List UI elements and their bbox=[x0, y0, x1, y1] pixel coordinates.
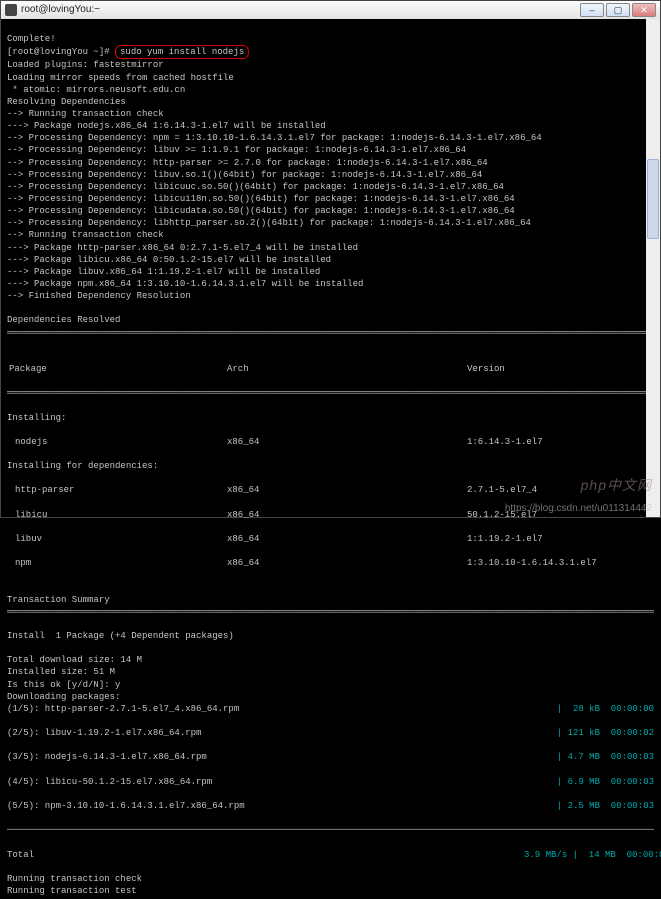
hr: ════════════════════════════════════════… bbox=[7, 606, 654, 618]
hdr-package: Package bbox=[7, 363, 227, 375]
out-line: Loading mirror speeds from cached hostfi… bbox=[7, 73, 234, 83]
out-line: Loaded plugins: fastestmirror bbox=[7, 60, 164, 70]
confirm-prompt: Is this ok [y/d/N]: y bbox=[7, 680, 120, 690]
download-row: (3/5): nodejs-6.14.3-1.el7.x86_64.rpm| 4… bbox=[7, 751, 654, 763]
dl-file: (1/5): http-parser-2.7.1-5.el7_4.x86_64.… bbox=[7, 703, 524, 715]
cell-ver: 1:3.10.10-1.6.14.3.1.el7 bbox=[467, 557, 627, 569]
window-titlebar: root@lovingYou:~ – ▢ ✕ bbox=[1, 1, 660, 19]
dl-file: (3/5): nodejs-6.14.3-1.el7.x86_64.rpm bbox=[7, 751, 524, 763]
out-line: --> Processing Dependency: libicuuc.so.5… bbox=[7, 182, 504, 192]
section-installing: Installing: bbox=[7, 412, 654, 424]
download-row: (2/5): libuv-1.19.2-1.el7.x86_64.rpm| 12… bbox=[7, 727, 654, 739]
out-line: --> Processing Dependency: http-parser >… bbox=[7, 158, 488, 168]
download-row: (4/5): libicu-50.1.2-15.el7.x86_64.rpm| … bbox=[7, 776, 654, 788]
cell-arch: x86_64 bbox=[227, 533, 467, 545]
table-row: nodejsx86_641:6.14.3-1.el7 bbox=[7, 436, 654, 448]
cell-ver: 1:6.14.3-1.el7 bbox=[467, 436, 627, 448]
dep-resolved-header: Dependencies Resolved bbox=[7, 315, 120, 325]
shell-prompt: [root@lovingYou ~]# bbox=[7, 47, 115, 57]
cell-ver: 1:1.19.2-1.el7 bbox=[467, 533, 627, 545]
cell-pkg: libuv bbox=[7, 533, 227, 545]
cell-pkg: http-parser bbox=[7, 484, 227, 496]
cell-arch: x86_64 bbox=[227, 557, 467, 569]
section-installing-deps: Installing for dependencies: bbox=[7, 460, 654, 472]
scrollbar[interactable] bbox=[646, 19, 660, 517]
out-line: ---> Package libuv.x86_64 1:1.19.2-1.el7… bbox=[7, 267, 320, 277]
cell-arch: x86_64 bbox=[227, 509, 467, 521]
dl-file: (5/5): npm-3.10.10-1.6.14.3.1.el7.x86_64… bbox=[7, 800, 524, 812]
dl-stat: | 4.7 MB 00:00:03 bbox=[524, 751, 654, 763]
out-line: ---> Package npm.x86_64 1:3.10.10-1.6.14… bbox=[7, 279, 363, 289]
window-minimize-button[interactable]: – bbox=[580, 3, 604, 17]
scrollbar-thumb[interactable] bbox=[647, 159, 659, 239]
out-line: --> Processing Dependency: libhttp_parse… bbox=[7, 218, 531, 228]
window-close-button[interactable]: ✕ bbox=[632, 3, 656, 17]
cell-pkg: npm bbox=[7, 557, 227, 569]
out-line: --> Processing Dependency: libicudata.so… bbox=[7, 206, 515, 216]
package-table: PackageArchVersion ═════════════════════… bbox=[7, 351, 654, 582]
dl-file: (4/5): libicu-50.1.2-15.el7.x86_64.rpm bbox=[7, 776, 524, 788]
window-maximize-button[interactable]: ▢ bbox=[606, 3, 630, 17]
table-row: npmx86_641:3.10.10-1.6.14.3.1.el7 bbox=[7, 557, 654, 569]
cell-pkg: libicu bbox=[7, 509, 227, 521]
out-line: --> Running transaction check bbox=[7, 109, 164, 119]
hdr-arch: Arch bbox=[227, 363, 467, 375]
dl-stat: | 6.9 MB 00:00:03 bbox=[524, 776, 654, 788]
downloading-header: Downloading packages: bbox=[7, 692, 120, 702]
table-row: libuvx86_641:1.19.2-1.el7 bbox=[7, 533, 654, 545]
hdr-version: Version bbox=[467, 363, 627, 375]
window-system-icon bbox=[5, 4, 17, 16]
out-line: Resolving Dependencies bbox=[7, 97, 126, 107]
cell-arch: x86_64 bbox=[227, 436, 467, 448]
out-line: ---> Package http-parser.x86_64 0:2.7.1-… bbox=[7, 243, 358, 253]
watermark: php中文网 bbox=[581, 476, 652, 495]
dl-stat: | 28 kB 00:00:00 bbox=[524, 703, 654, 715]
cell-pkg: nodejs bbox=[7, 436, 227, 448]
out-line: --> Processing Dependency: libicui18n.so… bbox=[7, 194, 515, 204]
dl-stat: | 121 kB 00:00:02 bbox=[524, 727, 654, 739]
out-complete: Complete! bbox=[7, 34, 56, 44]
total-label: Total bbox=[7, 849, 524, 861]
cell-arch: x86_64 bbox=[227, 484, 467, 496]
installed-size: Installed size: 51 M bbox=[7, 667, 115, 677]
out-line: Running transaction check bbox=[7, 874, 142, 884]
download-total-row: Total3.9 MB/s | 14 MB 00:00:03 bbox=[7, 849, 654, 861]
hr: ════════════════════════════════════════… bbox=[7, 327, 654, 339]
tx-summary-header: Transaction Summary bbox=[7, 595, 110, 605]
total-stat: 3.9 MB/s | 14 MB 00:00:03 bbox=[524, 849, 654, 861]
out-line: ---> Package libicu.x86_64 0:50.1.2-15.e… bbox=[7, 255, 331, 265]
window-title: root@lovingYou:~ bbox=[21, 3, 578, 17]
install-line: Install 1 Package (+4 Dependent packages… bbox=[7, 631, 234, 641]
out-line: --> Processing Dependency: libuv.so.1()(… bbox=[7, 170, 482, 180]
dl-stat: | 2.5 MB 00:00:03 bbox=[524, 800, 654, 812]
table-row: http-parserx86_642.7.1-5.el7_4 bbox=[7, 484, 654, 496]
entered-command: sudo yum install nodejs bbox=[115, 45, 249, 59]
out-line: --> Processing Dependency: libuv >= 1:1.… bbox=[7, 145, 466, 155]
out-line: --> Finished Dependency Resolution bbox=[7, 291, 191, 301]
terminal-output[interactable]: Complete! [root@lovingYou ~]# sudo yum i… bbox=[1, 19, 660, 899]
out-line: Running transaction test bbox=[7, 886, 137, 896]
out-line: --> Running transaction check bbox=[7, 230, 164, 240]
hr: ────────────────────────────────────────… bbox=[7, 824, 654, 836]
total-dl-size: Total download size: 14 M bbox=[7, 655, 142, 665]
blog-url: https://blog.csdn.net/u011314442 bbox=[505, 502, 652, 516]
table-header-row: PackageArchVersion bbox=[7, 363, 654, 375]
out-line: * atomic: mirrors.neusoft.edu.cn bbox=[7, 85, 185, 95]
download-row: (1/5): http-parser-2.7.1-5.el7_4.x86_64.… bbox=[7, 703, 654, 715]
out-line: --> Processing Dependency: npm = 1:3.10.… bbox=[7, 133, 542, 143]
download-row: (5/5): npm-3.10.10-1.6.14.3.1.el7.x86_64… bbox=[7, 800, 654, 812]
hr: ════════════════════════════════════════… bbox=[7, 387, 654, 399]
out-line: ---> Package nodejs.x86_64 1:6.14.3-1.el… bbox=[7, 121, 326, 131]
dl-file: (2/5): libuv-1.19.2-1.el7.x86_64.rpm bbox=[7, 727, 524, 739]
